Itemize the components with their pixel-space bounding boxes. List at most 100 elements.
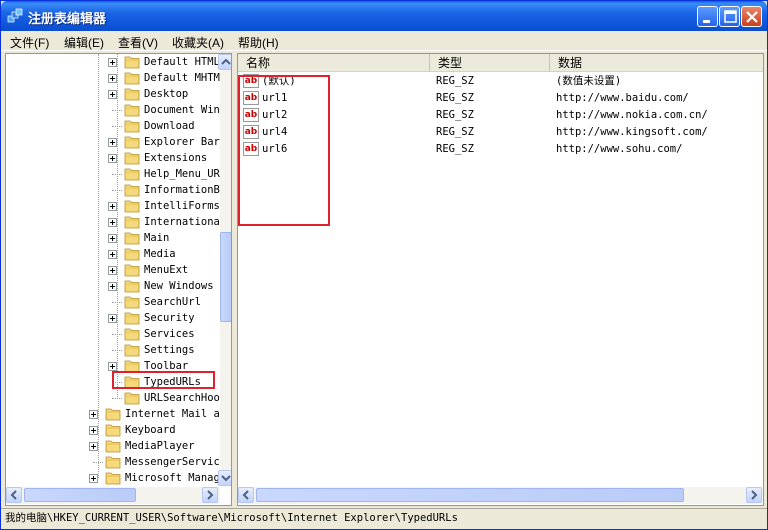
expand-plus-icon[interactable] xyxy=(89,410,98,419)
expand-plus-icon[interactable] xyxy=(108,90,117,99)
tree-hscroll-thumb[interactable] xyxy=(24,488,136,502)
folder-icon xyxy=(124,263,140,277)
tree-item-label: IntelliForms xyxy=(144,200,220,212)
status-bar: 我的电脑\HKEY_CURRENT_USER\Software\Microsof… xyxy=(1,508,767,529)
tree-item[interactable]: MessengerService xyxy=(6,454,226,470)
tree-connector xyxy=(112,110,122,111)
scroll-up-button[interactable] xyxy=(218,54,231,70)
expand-plus-icon[interactable] xyxy=(108,74,117,83)
expand-plus-icon[interactable] xyxy=(108,218,117,227)
expand-plus-icon[interactable] xyxy=(108,234,117,243)
close-icon xyxy=(746,11,758,23)
tree-item[interactable]: Desktop xyxy=(6,86,220,102)
tree-item[interactable]: Media xyxy=(6,246,220,262)
menu-bar: 文件(F) 编辑(E) 查看(V) 收藏夹(A) 帮助(H) xyxy=(1,31,767,51)
tree-item[interactable]: Document Windows xyxy=(6,102,231,118)
tree-item[interactable]: MediaPlayer xyxy=(6,438,220,454)
tree-item[interactable]: SearchUrl xyxy=(6,294,220,310)
tree-connector xyxy=(112,302,122,303)
tree-item[interactable]: Download xyxy=(6,118,220,134)
tree-item[interactable]: Default HTML xyxy=(6,54,220,70)
tree-item[interactable]: Microsoft Management Console xyxy=(6,470,231,486)
highlight-box-selected-key xyxy=(112,371,215,389)
tree-item[interactable]: Main xyxy=(6,230,220,246)
value-type: REG_SZ xyxy=(436,126,474,138)
column-header-type[interactable]: 类型 xyxy=(430,54,550,72)
values-list[interactable]: 名称 类型 数据 ab (默认) REG_SZ (数值未设置) ab url1 REG_SZ… xyxy=(237,53,764,506)
tree-item[interactable]: MenuExt xyxy=(6,262,220,278)
menu-file[interactable]: 文件(F) xyxy=(7,33,52,52)
folder-icon xyxy=(124,183,140,197)
tree-horizontal-scrollbar[interactable] xyxy=(6,487,220,504)
chevron-left-icon xyxy=(242,490,249,500)
chevron-left-icon xyxy=(10,490,17,500)
tree-item-label: Settings xyxy=(144,344,195,356)
tree-item[interactable]: Help_Menu_URLs xyxy=(6,166,231,182)
folder-icon xyxy=(124,119,140,133)
expand-plus-icon[interactable] xyxy=(108,314,117,323)
expand-plus-icon[interactable] xyxy=(108,362,117,371)
tree-item-label: SearchUrl xyxy=(144,296,201,308)
tree-item[interactable]: Security xyxy=(6,310,220,326)
folder-icon xyxy=(124,103,140,117)
expand-plus-icon[interactable] xyxy=(108,138,117,147)
menu-edit[interactable]: 编辑(E) xyxy=(61,33,107,52)
scroll-left-button[interactable] xyxy=(6,487,22,503)
values-hscroll-thumb[interactable] xyxy=(256,488,684,502)
tree-item[interactable]: International xyxy=(6,214,226,230)
expand-plus-icon[interactable] xyxy=(89,474,98,483)
values-horizontal-scrollbar[interactable] xyxy=(238,487,763,504)
registry-tree[interactable]: Default HTML Default MHTML Desktop Document… xyxy=(5,53,232,506)
tree-item[interactable]: URLSearchHooks xyxy=(6,390,231,406)
title-bar[interactable]: 注册表编辑器 xyxy=(1,1,767,31)
expand-plus-icon[interactable] xyxy=(108,266,117,275)
tree-item[interactable]: Services xyxy=(6,326,220,342)
column-header-data[interactable]: 数据 xyxy=(550,54,763,72)
registry-editor-window: 注册表编辑器 文件(F) 编辑(E) 查看(V) 收藏夹(A) 帮助(H) De… xyxy=(0,0,768,530)
close-button[interactable] xyxy=(741,6,762,27)
tree-item[interactable]: Internet Mail and News xyxy=(6,406,231,422)
tree-item[interactable]: Extensions xyxy=(6,150,220,166)
tree-vertical-scrollbar[interactable] xyxy=(218,54,231,486)
folder-icon xyxy=(124,279,140,293)
folder-icon xyxy=(124,151,140,165)
column-header-name[interactable]: 名称 xyxy=(238,54,430,72)
minimize-button[interactable] xyxy=(697,6,718,27)
value-type: REG_SZ xyxy=(436,92,474,104)
expand-plus-icon[interactable] xyxy=(108,250,117,259)
tree-item[interactable]: InformationBar xyxy=(6,182,231,198)
tree-item[interactable]: IntelliForms xyxy=(6,198,220,214)
expand-plus-icon[interactable] xyxy=(89,442,98,451)
expand-plus-icon[interactable] xyxy=(89,426,98,435)
tree-item-label: MediaPlayer xyxy=(125,440,195,452)
folder-icon xyxy=(124,135,140,149)
folder-icon xyxy=(124,343,140,357)
tree-vscroll-thumb[interactable] xyxy=(220,232,231,322)
tree-item-label: Document Windows xyxy=(144,104,231,116)
tree-connector xyxy=(93,462,103,463)
tree-item-label: Media xyxy=(144,248,176,260)
tree-item[interactable]: Keyboard xyxy=(6,422,220,438)
tree-item[interactable]: New Windows xyxy=(6,278,220,294)
tree-connector xyxy=(112,126,122,127)
expand-plus-icon[interactable] xyxy=(108,202,117,211)
values-scroll-right-button[interactable] xyxy=(746,487,762,503)
tree-connector xyxy=(112,174,122,175)
scroll-right-button[interactable] xyxy=(202,487,218,503)
tree-item[interactable]: Explorer Bars xyxy=(6,134,226,150)
expand-plus-icon[interactable] xyxy=(108,282,117,291)
menu-favorites[interactable]: 收藏夹(A) xyxy=(169,33,227,52)
expand-plus-icon[interactable] xyxy=(108,154,117,163)
tree-item-label: Services xyxy=(144,328,195,340)
maximize-button[interactable] xyxy=(719,6,740,27)
tree-connector xyxy=(112,350,122,351)
menu-help[interactable]: 帮助(H) xyxy=(235,33,282,52)
tree-item[interactable]: Settings xyxy=(6,342,220,358)
window-title: 注册表编辑器 xyxy=(28,11,107,26)
expand-plus-icon[interactable] xyxy=(108,58,117,67)
menu-view[interactable]: 查看(V) xyxy=(115,33,161,52)
scroll-down-button[interactable] xyxy=(218,470,231,486)
tree-item[interactable]: Default MHTML xyxy=(6,70,226,86)
folder-icon xyxy=(124,391,140,405)
values-scroll-left-button[interactable] xyxy=(238,487,254,503)
